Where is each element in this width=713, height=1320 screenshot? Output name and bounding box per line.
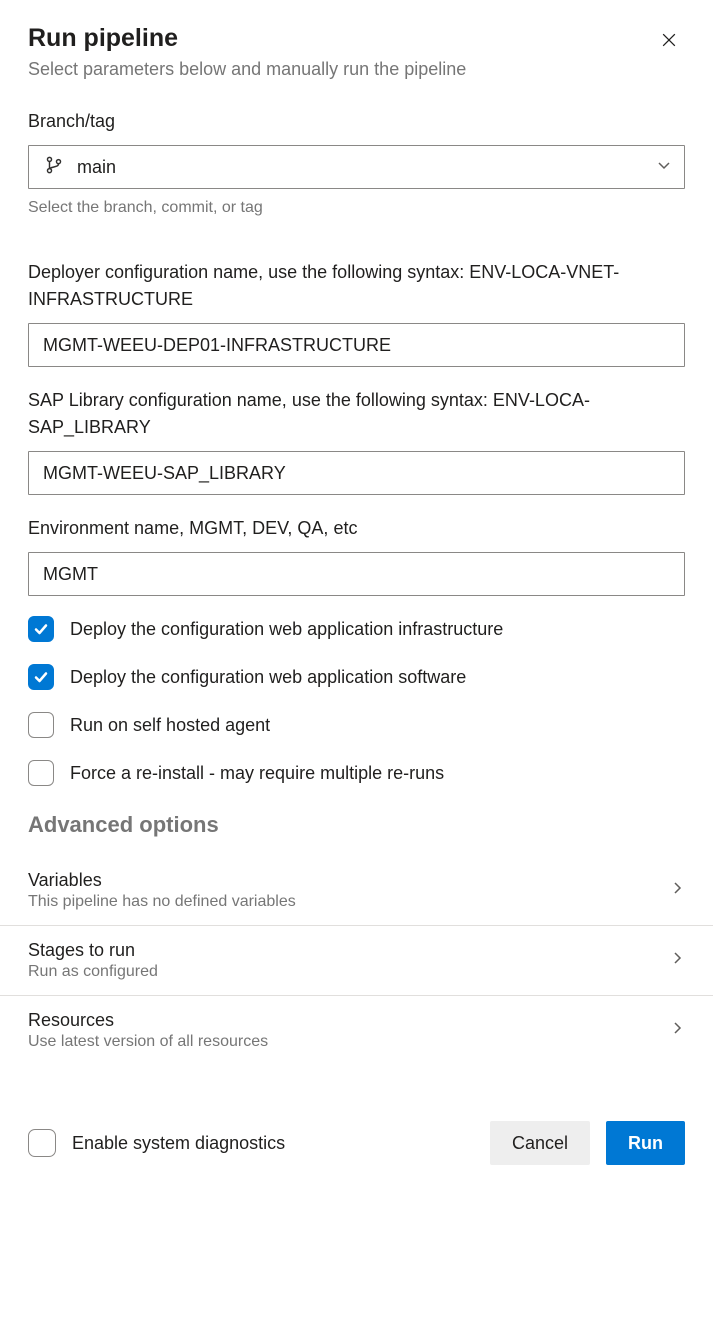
self-hosted-label: Run on self hosted agent xyxy=(70,715,270,736)
deploy-software-checkbox[interactable] xyxy=(28,664,54,690)
page-title: Run pipeline xyxy=(28,24,466,53)
deploy-infra-label: Deploy the configuration web application… xyxy=(70,619,503,640)
advanced-stages-title: Stages to run xyxy=(28,940,158,961)
advanced-variables[interactable]: Variables This pipeline has no defined v… xyxy=(0,856,713,926)
chevron-down-icon xyxy=(656,157,672,178)
advanced-stages-sub: Run as configured xyxy=(28,963,158,981)
branch-icon xyxy=(45,156,63,179)
advanced-options-header: Advanced options xyxy=(28,812,685,838)
advanced-resources-sub: Use latest version of all resources xyxy=(28,1033,268,1051)
diagnostics-label: Enable system diagnostics xyxy=(72,1133,285,1154)
advanced-variables-title: Variables xyxy=(28,870,296,891)
env-input[interactable] xyxy=(28,552,685,596)
run-button[interactable]: Run xyxy=(606,1121,685,1165)
library-label: SAP Library configuration name, use the … xyxy=(28,387,685,441)
cancel-button[interactable]: Cancel xyxy=(490,1121,590,1165)
chevron-right-icon xyxy=(669,1020,685,1041)
branch-helper: Select the branch, commit, or tag xyxy=(28,199,685,217)
deploy-infra-checkbox[interactable] xyxy=(28,616,54,642)
page-subtitle: Select parameters below and manually run… xyxy=(28,59,466,80)
branch-label: Branch/tag xyxy=(28,108,685,135)
branch-dropdown[interactable]: main xyxy=(28,145,685,189)
deployer-input[interactable] xyxy=(28,323,685,367)
close-icon xyxy=(659,38,679,53)
advanced-resources[interactable]: Resources Use latest version of all reso… xyxy=(0,996,713,1065)
deployer-label: Deployer configuration name, use the fol… xyxy=(28,259,685,313)
advanced-resources-title: Resources xyxy=(28,1010,268,1031)
advanced-variables-sub: This pipeline has no defined variables xyxy=(28,893,296,911)
branch-value: main xyxy=(77,157,656,178)
close-button[interactable] xyxy=(653,24,685,59)
chevron-right-icon xyxy=(669,880,685,901)
advanced-stages[interactable]: Stages to run Run as configured xyxy=(0,926,713,996)
library-input[interactable] xyxy=(28,451,685,495)
chevron-right-icon xyxy=(669,950,685,971)
force-reinstall-label: Force a re-install - may require multipl… xyxy=(70,763,444,784)
force-reinstall-checkbox[interactable] xyxy=(28,760,54,786)
deploy-software-label: Deploy the configuration web application… xyxy=(70,667,466,688)
env-label: Environment name, MGMT, DEV, QA, etc xyxy=(28,515,685,542)
diagnostics-checkbox[interactable] xyxy=(28,1129,56,1157)
self-hosted-checkbox[interactable] xyxy=(28,712,54,738)
